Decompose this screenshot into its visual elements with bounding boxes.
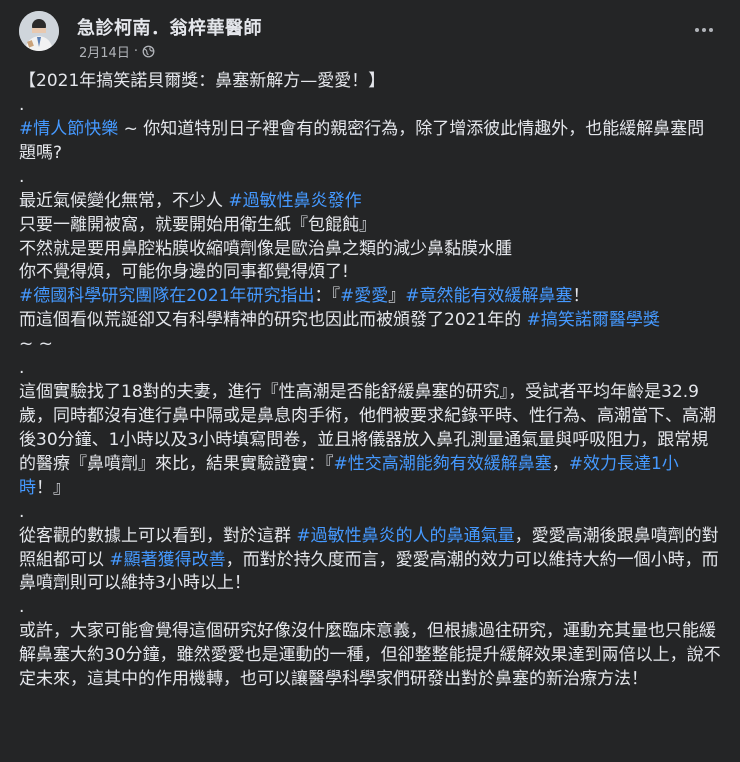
post-content: 【2021年搞笑諾貝爾獎：鼻塞新解方—愛愛！】 . #情人節快樂 ~ 你知道特別… <box>19 70 721 692</box>
post-title: 【2021年搞笑諾貝爾獎：鼻塞新解方—愛愛！】 <box>19 71 386 91</box>
hashtag[interactable]: #情人節快樂 <box>19 119 118 139</box>
paragraph-text: ！ <box>572 286 590 307</box>
paragraph-3: 這個實驗找了18對的夫妻，進行『性高潮是否能舒緩鼻塞的研究』，受試者平均年齡是3… <box>19 381 721 501</box>
hashtag[interactable]: #性交高潮能夠有效緩解鼻塞 <box>334 454 552 474</box>
more-dot <box>695 28 699 32</box>
paragraph-text: ~ 你知道特別日子裡會有的親密行為，除了增添彼此情趣外，也能緩解鼻塞問題嗎? <box>19 118 705 163</box>
hashtag[interactable]: #過敏性鼻炎發作 <box>228 191 361 211</box>
hashtag[interactable]: #愛愛 <box>340 286 388 306</box>
post-header: 急診柯南．翁梓華醫師 2月14日 · <box>19 11 721 61</box>
separator-dot: . <box>19 358 25 379</box>
paragraph-text: ：『 <box>314 286 341 307</box>
facebook-post: 急診柯南．翁梓華醫師 2月14日 · 【2021年搞笑諾貝爾獎：鼻塞新解方—愛愛… <box>0 0 740 762</box>
paragraph-5: 或許，大家可能會覺得這個研究好像沒什麼臨床意義，但根據過往研究，運動充其量也只能… <box>19 621 721 690</box>
hashtag[interactable]: #搞笑諾爾醫學獎 <box>527 310 660 330</box>
post-meta: 2月14日 · <box>79 42 155 61</box>
paragraph-text: 』 <box>388 286 406 307</box>
more-options-icon[interactable] <box>689 19 719 41</box>
paragraph-2-tail: ~ ~ <box>19 334 53 355</box>
paragraph-text: 從客觀的數據上可以看到，對於這群 <box>19 525 297 546</box>
globe-icon[interactable] <box>142 45 155 58</box>
separator-dot: . <box>19 597 25 618</box>
hashtag[interactable]: #德國科學研究團隊在2021年研究指出 <box>19 286 315 306</box>
paragraph-text: 而這個看似荒誕卻又有科學精神的研究也因此而被頒發了2021年的 <box>19 310 527 331</box>
paragraph-4: 從客觀的數據上可以看到，對於這群 #過敏性鼻炎的人的鼻通氣量，愛愛高潮後跟鼻噴劑… <box>19 525 721 597</box>
hashtag[interactable]: #竟然能有效緩解鼻塞 <box>405 286 572 306</box>
hashtag[interactable]: #顯著獲得改善 <box>109 550 225 570</box>
paragraph-2-line-1: 最近氣候變化無常，不少人 #過敏性鼻炎發作 <box>19 190 721 214</box>
more-dot <box>709 28 713 32</box>
paragraph-text: ！』 <box>36 477 70 498</box>
paragraph-2-line-2: 只要一離開被窩，就要開始用衛生紙『包餛飩』 <box>19 214 376 235</box>
paragraph-2-line-4: 你不覺得煩，可能你身邊的同事都覺得煩了! <box>19 262 349 283</box>
separator-dot: . <box>19 94 25 115</box>
author-name[interactable]: 急診柯南．翁梓華醫師 <box>77 14 262 40</box>
more-dot <box>702 28 706 32</box>
paragraph-text: 最近氣候變化無常，不少人 <box>19 190 229 211</box>
paragraph-2-line-3: 不然就是要用鼻腔粘膜收縮噴劑像是歐治鼻之類的減少鼻黏膜水腫 <box>19 238 512 259</box>
meta-separator: · <box>133 44 138 59</box>
post-date[interactable]: 2月14日 <box>79 42 130 61</box>
paragraph-2-line-6: 而這個看似荒誕卻又有科學精神的研究也因此而被頒發了2021年的 #搞笑諾爾醫學獎 <box>19 309 721 333</box>
separator-dot: . <box>19 501 25 522</box>
paragraph-1: #情人節快樂 ~ 你知道特別日子裡會有的親密行為，除了增添彼此情趣外，也能緩解鼻… <box>19 118 721 166</box>
separator-dot: . <box>19 166 25 187</box>
paragraph-text: ， <box>551 453 569 474</box>
hashtag[interactable]: #過敏性鼻炎的人的鼻通氣量 <box>296 526 514 546</box>
avatar[interactable] <box>19 11 59 51</box>
paragraph-2-line-5: #德國科學研究團隊在2021年研究指出：『#愛愛』#竟然能有效緩解鼻塞！ <box>19 285 721 309</box>
avatar-photo-icon <box>19 11 59 51</box>
